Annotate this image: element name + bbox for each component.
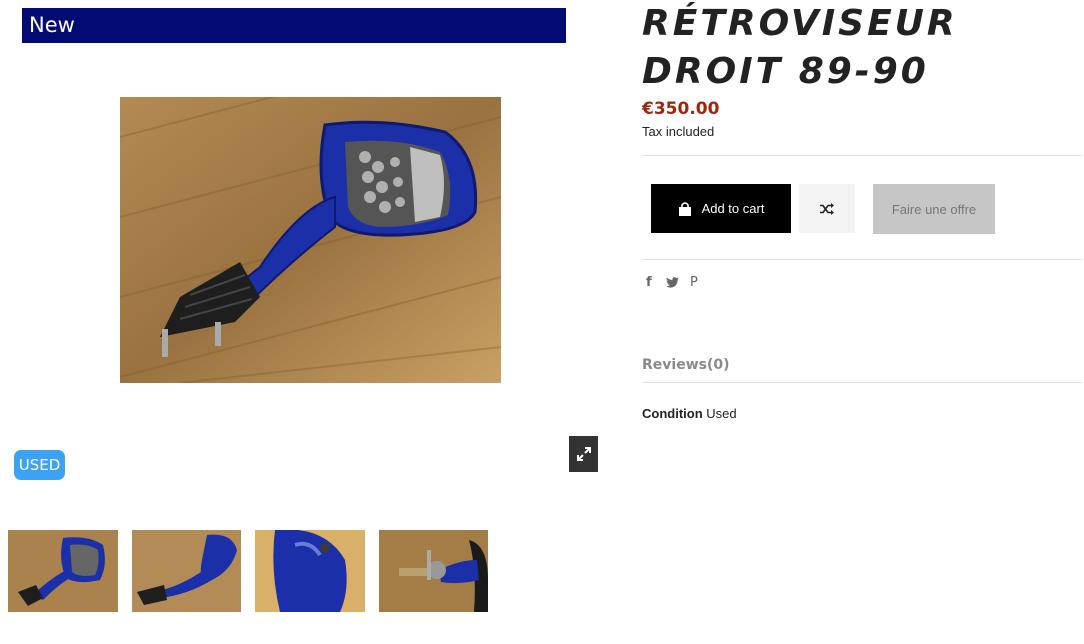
make-offer-button[interactable]: Faire une offre (873, 184, 995, 234)
shopping-bag-icon (678, 201, 691, 216)
used-condition-badge: USED (14, 450, 65, 480)
divider (642, 155, 1083, 156)
pinterest-icon[interactable]: P (690, 275, 698, 290)
expand-icon (576, 447, 591, 461)
product-title: RÉTROVISEUR DROIT 89-90 (642, 3, 958, 92)
shuffle-icon (820, 202, 834, 215)
tab-reviews[interactable]: Reviews(0) (642, 357, 730, 373)
product-thumbnail-4[interactable] (379, 530, 488, 612)
divider (642, 259, 1083, 260)
tax-note: Tax included (642, 124, 715, 139)
compare-button[interactable] (799, 184, 855, 233)
condition-row: Condition Used (642, 406, 737, 421)
product-thumbnail-2[interactable] (132, 530, 241, 612)
twitter-icon[interactable] (666, 277, 679, 292)
product-thumbnail-1[interactable] (8, 530, 118, 612)
product-thumbnail-3[interactable] (255, 530, 365, 612)
zoom-button[interactable] (569, 436, 598, 472)
facebook-icon[interactable]: f (646, 275, 652, 290)
condition-label: Condition (642, 406, 703, 421)
add-to-cart-label: Add to cart (701, 201, 765, 216)
new-product-banner: New (22, 8, 566, 43)
condition-value: Used (706, 406, 737, 421)
add-to-cart-button[interactable]: Add to cart (651, 184, 791, 233)
divider (642, 382, 1083, 383)
product-price: €350.00 (642, 99, 720, 119)
product-main-image[interactable] (120, 97, 501, 383)
